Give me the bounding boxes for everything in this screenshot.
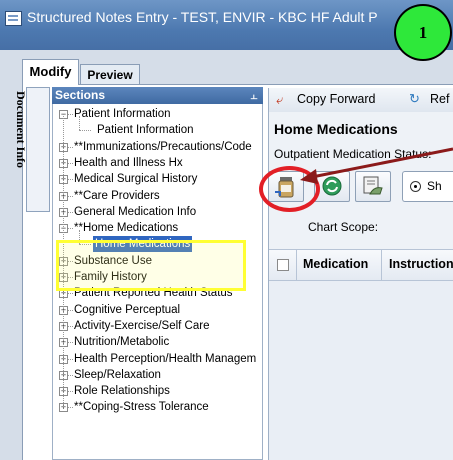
window-title: Structured Notes Entry - TEST, ENVIR - K… [27,9,378,25]
show-option-label: Sh [427,179,442,193]
copy-forward-button[interactable]: Copy Forward [297,92,376,106]
tree-item-label: Cognitive Perceptual [74,303,181,316]
tree-item-label: Health and Illness Hx [74,156,183,169]
tree-connector [68,114,73,115]
tree-item-label: **Home Medications [74,222,179,235]
tree-connector [79,130,91,132]
tree-connector [68,391,73,393]
highlight-box [56,240,246,291]
document-history-button[interactable] [355,171,391,202]
tree-item-label: **Care Providers [74,189,160,202]
tree-connector [68,309,73,311]
tree-connector [68,195,73,197]
step-number-badge: 1 [394,4,452,61]
tab-modify[interactable]: Modify [22,59,79,85]
column-header-instruction[interactable]: Instruction [389,257,453,271]
tree-connector [68,211,73,213]
window-title-bar [0,0,453,50]
copy-forward-icon[interactable]: ⤶ [276,93,290,107]
tree-connector [68,162,73,164]
sections-header: Sections [52,87,263,104]
refresh-button[interactable]: Ref [430,92,449,106]
tree-item-label: Patient Information [74,108,171,120]
tree-connector [68,146,73,148]
document-info-tab[interactable] [26,87,50,212]
reconcile-icon [322,176,342,196]
tree-item-label: Medical Surgical History [74,173,198,186]
tree-item-label: Activity-Exercise/Self Care [74,319,210,332]
tab-preview[interactable]: Preview [80,64,140,85]
outpatient-medication-status-label: Outpatient Medication Status: [274,147,432,161]
chart-scope-label: Chart Scope: [308,220,379,234]
show-radio[interactable] [410,181,421,192]
tree-item-label: General Medication Info [74,205,197,218]
tree-connector [68,325,73,327]
tree-item-label: Patient Information [97,124,194,137]
tree-item-label: Health Perception/Health Managem [74,352,257,365]
document-hand-icon [363,176,383,195]
app-icon [5,11,22,26]
grid-column-separator [381,249,382,281]
tree-connector [68,228,73,230]
tree-item-label: Role Relationships [74,385,170,398]
tree-connector [68,407,73,409]
medications-grid-body [269,281,453,460]
tree-item-label: Sleep/Relaxation [74,368,161,381]
document-info-label: Document Info [14,91,28,168]
tree-connector [68,342,73,344]
grid-column-separator [296,249,297,281]
tree-connector [68,179,73,181]
column-header-medication[interactable]: Medication [303,257,368,271]
select-all-checkbox[interactable] [277,259,289,271]
section-title: Home Medications [274,121,398,137]
pin-icon[interactable]: ⫠ [247,87,261,104]
tree-item-label: **Immunizations/Precautions/Code [74,140,252,153]
tree-connector [68,293,73,295]
red-circle-annotation [259,166,320,212]
tree-item-label: Nutrition/Metabolic [74,336,170,349]
refresh-icon[interactable]: ↻ [409,92,423,106]
tree-connector [68,358,73,360]
tree-connector [79,116,80,131]
tree-connector [68,374,73,376]
tree-item-label: **Coping-Stress Tolerance [74,401,209,414]
